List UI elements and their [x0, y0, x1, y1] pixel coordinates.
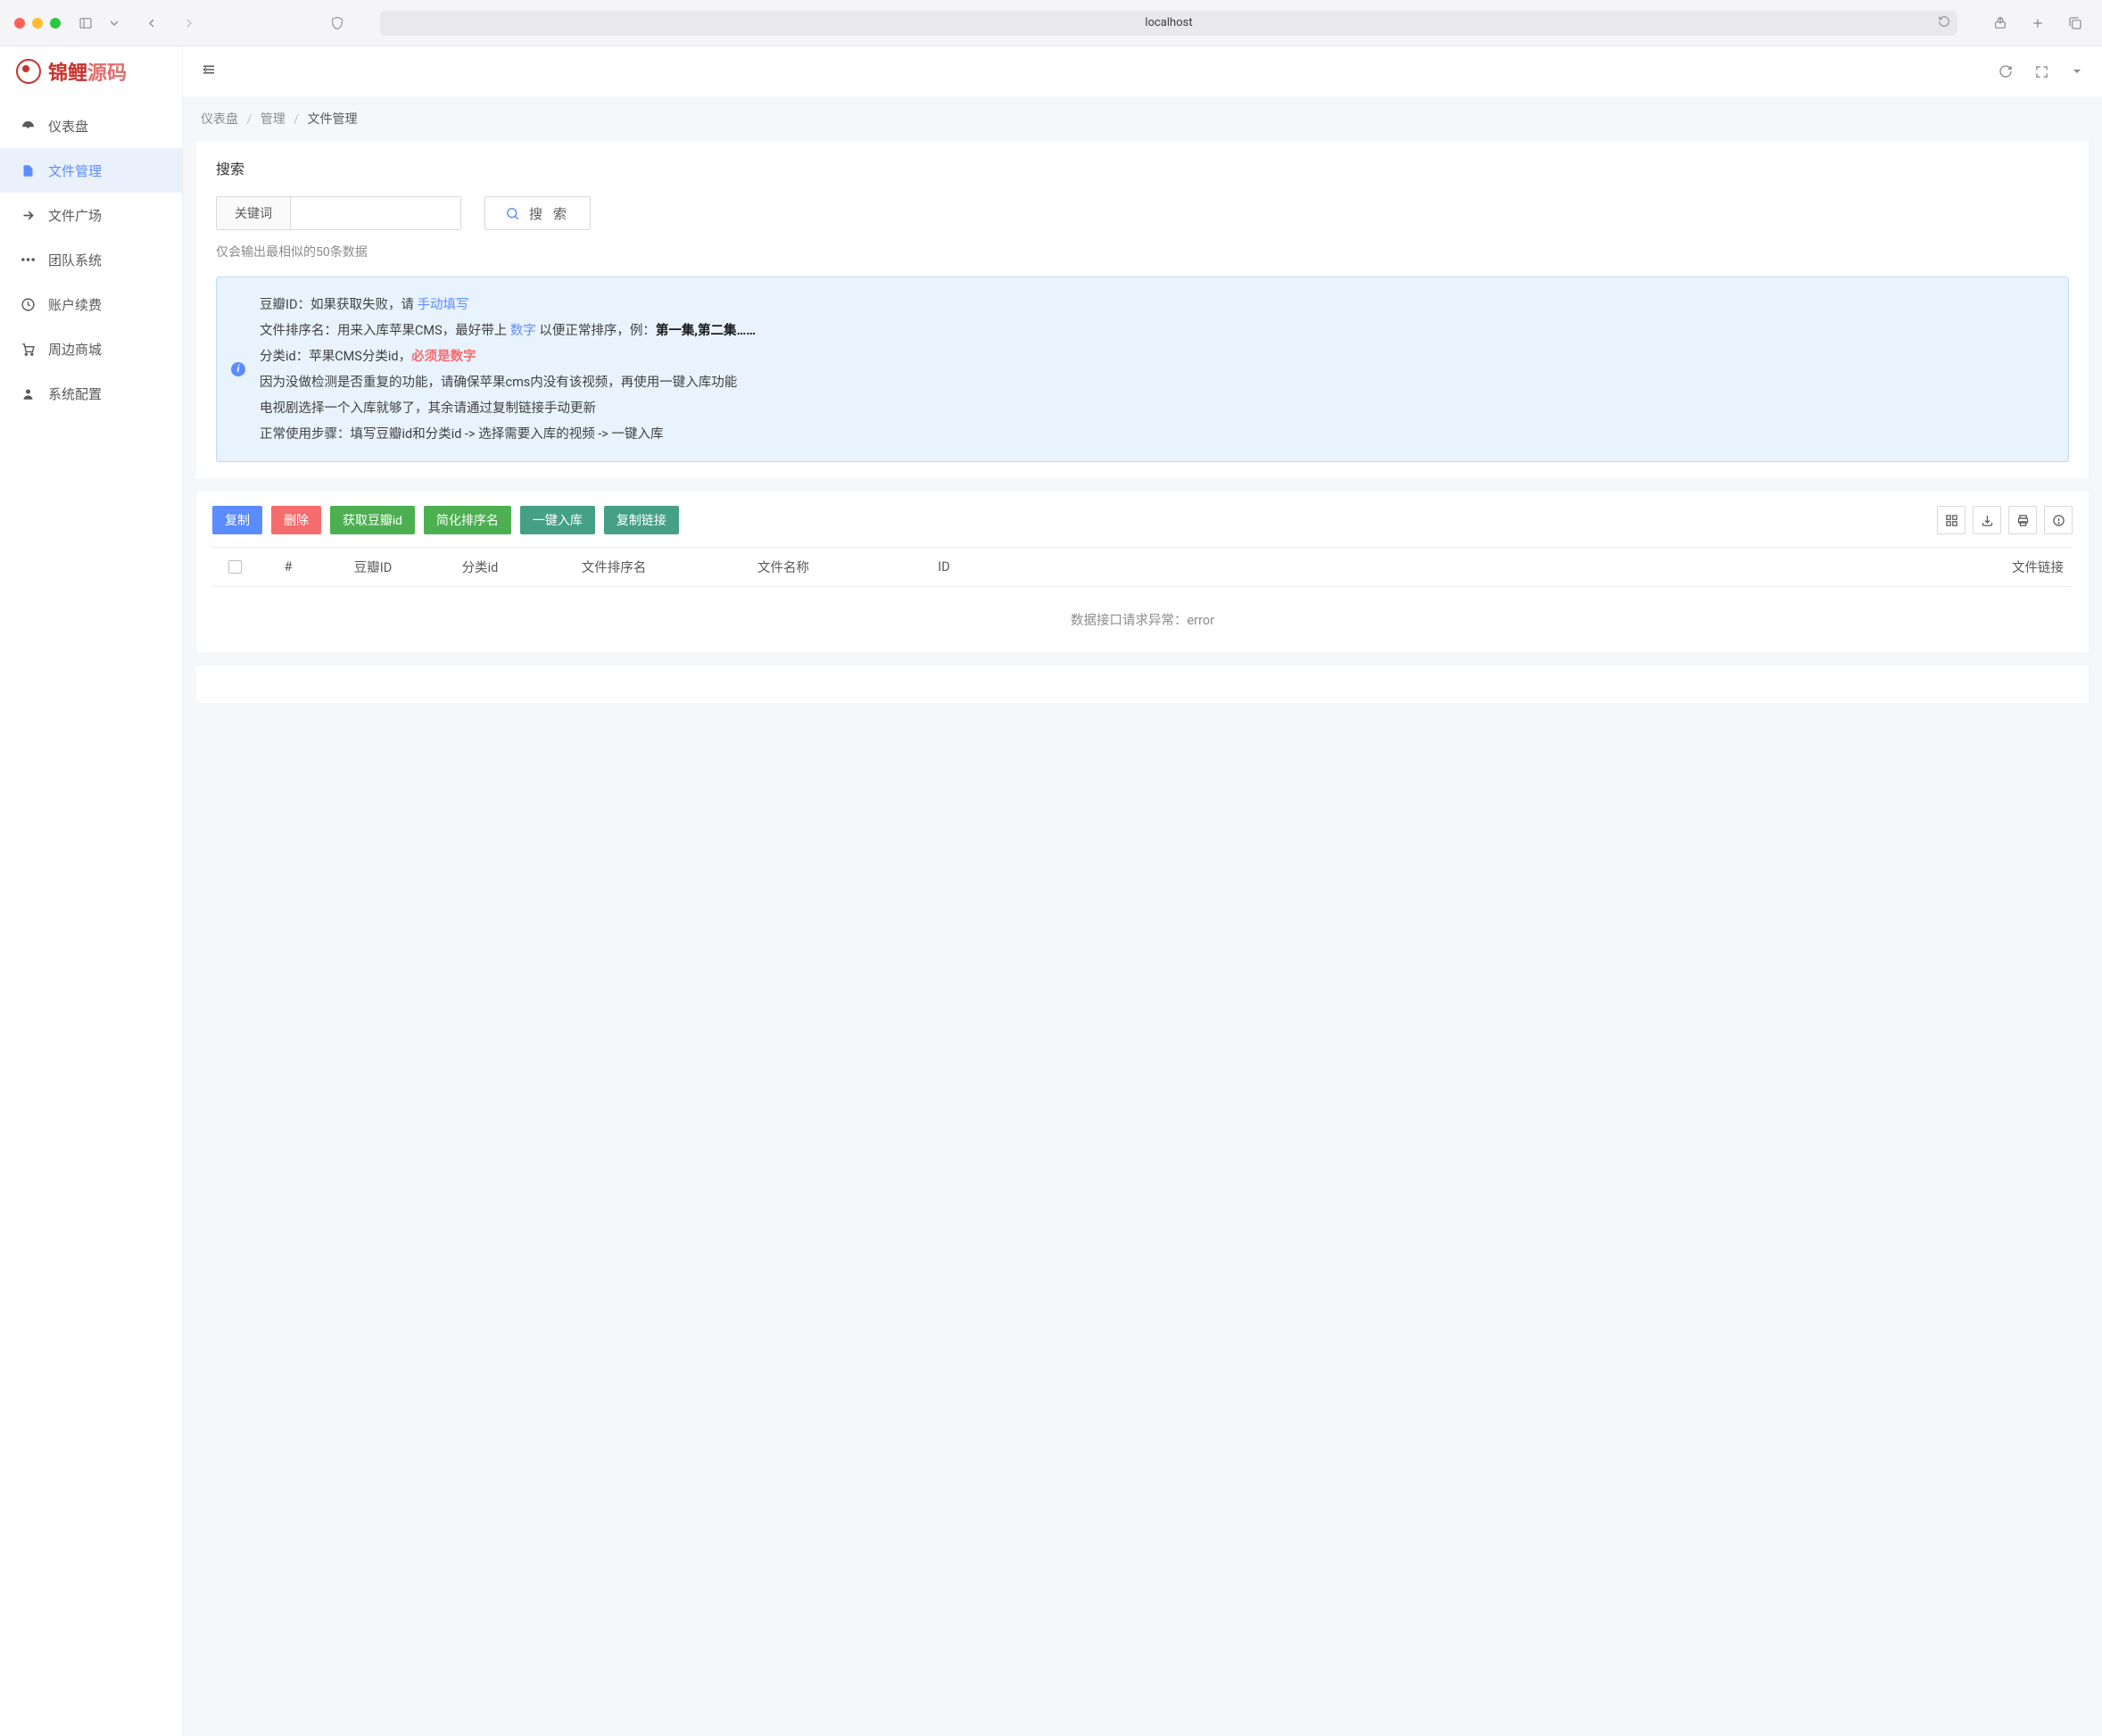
sidebar-item-label: 团队系统 [48, 251, 102, 269]
refresh-button[interactable] [1999, 64, 2013, 79]
breadcrumb-current: 文件管理 [308, 112, 358, 127]
new-tab-button[interactable] [2025, 11, 2050, 36]
columns-button[interactable] [1937, 506, 1965, 534]
sidebar-item-dashboard[interactable]: 仪表盘 [0, 103, 182, 148]
sidebar-toggle-button[interactable] [73, 11, 98, 36]
breadcrumb: 仪表盘 / 管理 / 文件管理 [183, 96, 2102, 141]
reload-icon[interactable] [1938, 15, 1950, 31]
back-button[interactable] [139, 11, 164, 36]
table-error-message: 数据接口请求异常：error [212, 587, 2073, 652]
sidebar-item-label: 账户续费 [48, 295, 102, 314]
data-table: # 豆瓣ID 分类id 文件排序名 文件名称 ID 文件链接 数据接口请求异常：… [212, 547, 2073, 652]
user-icon [20, 385, 36, 401]
col-file-link: 文件链接 [1015, 558, 2073, 576]
browser-chrome: localhost [0, 0, 2102, 46]
col-id: ID [873, 559, 1015, 575]
sidebar-item-file-square[interactable]: 文件广场 [0, 193, 182, 237]
input-addon-label: 关键词 [217, 197, 291, 229]
print-button[interactable] [2008, 506, 2037, 534]
forward-button[interactable] [177, 11, 202, 36]
share-arrow-icon [20, 207, 36, 223]
dots-icon [20, 252, 36, 268]
panel-title: 搜索 [216, 157, 2069, 178]
keyword-input[interactable] [291, 197, 460, 229]
keyword-input-group: 关键词 [216, 196, 461, 230]
sidebar-item-team[interactable]: 团队系统 [0, 237, 182, 282]
footer-panel [196, 665, 2089, 703]
info-line-4: 因为没做检测是否重复的功能，请确保苹果cms内没有该视频，再使用一键入库功能 [260, 369, 2050, 395]
sidebar-item-renew[interactable]: 账户续费 [0, 282, 182, 327]
col-douban-id: 豆瓣ID [319, 558, 426, 576]
logo[interactable]: 锦鲤源码 [0, 46, 182, 96]
close-window-button[interactable] [14, 18, 25, 29]
search-hint: 仅会输出最相似的50条数据 [216, 243, 2069, 260]
col-file-name: 文件名称 [694, 558, 873, 576]
dashboard-icon [20, 118, 36, 134]
one-click-import-button[interactable]: 一键入库 [520, 506, 595, 534]
info-line-5: 电视剧选择一个入库就够了，其余请通过复制链接手动更新 [260, 395, 2050, 421]
info-box: i 豆瓣ID：如果获取失败，请 手动填写 文件排序名：用来入库苹果CMS，最好带… [216, 277, 2069, 462]
logo-icon [16, 59, 41, 84]
manual-fill-link[interactable]: 手动填写 [418, 297, 469, 312]
sidebar-item-file-manage[interactable]: 文件管理 [0, 148, 182, 193]
col-index: # [257, 559, 319, 575]
info-line-6: 正常使用步骤：填写豆瓣id和分类id -> 选择需要入库的视频 -> 一键入库 [260, 421, 2050, 447]
sidebar-item-label: 周边商城 [48, 340, 102, 359]
number-link[interactable]: 数字 [510, 323, 536, 338]
sidebar-item-shop[interactable]: 周边商城 [0, 327, 182, 371]
cart-icon [20, 341, 36, 357]
info-line-3: 分类id：苹果CMS分类id，必须是数字 [260, 343, 2050, 369]
share-icon[interactable] [1988, 11, 2013, 36]
shield-icon[interactable] [325, 11, 350, 36]
clock-icon [20, 296, 36, 312]
fullscreen-button[interactable] [2034, 64, 2048, 79]
col-category-id: 分类id [426, 558, 534, 576]
sidebar-item-label: 仪表盘 [48, 117, 88, 136]
col-sort-name: 文件排序名 [534, 558, 694, 576]
file-icon [20, 162, 36, 178]
chevron-down-icon[interactable] [102, 11, 127, 36]
window-controls [14, 18, 61, 29]
breadcrumb-dashboard[interactable]: 仪表盘 [201, 112, 238, 127]
sidebar-item-label: 系统配置 [48, 384, 102, 403]
minimize-window-button[interactable] [32, 18, 43, 29]
url-bar[interactable]: localhost [380, 11, 1957, 36]
collapse-menu-button[interactable] [201, 62, 217, 81]
table-panel: 复制 删除 获取豆瓣id 简化排序名 一键入库 复制链接 [196, 492, 2089, 652]
topbar [183, 46, 2102, 96]
simplify-sort-button[interactable]: 简化排序名 [424, 506, 511, 534]
maximize-window-button[interactable] [50, 18, 61, 29]
table-header: # 豆瓣ID 分类id 文件排序名 文件名称 ID 文件链接 [212, 548, 2073, 587]
info-line-2: 文件排序名：用来入库苹果CMS，最好带上 数字 以便正常排序，例：第一集,第二集… [260, 318, 2050, 343]
breadcrumb-manage[interactable]: 管理 [261, 112, 286, 127]
search-icon [505, 206, 520, 221]
logo-text: 锦鲤源码 [48, 57, 127, 86]
sidebar: 锦鲤源码 仪表盘 文件管理 文件广场 团队系统 账户续费 [0, 46, 183, 1736]
export-button[interactable] [1973, 506, 2001, 534]
search-button[interactable]: 搜 索 [484, 196, 591, 230]
help-button[interactable] [2044, 506, 2073, 534]
search-panel: 搜索 关键词 搜 索 仅会输出最相似的50条数据 i 豆瓣ID：如果获取失败，请… [196, 141, 2089, 478]
get-douban-button[interactable]: 获取豆瓣id [330, 506, 415, 534]
copy-link-button[interactable]: 复制链接 [604, 506, 679, 534]
url-text: localhost [1145, 16, 1192, 29]
user-menu-dropdown[interactable] [2070, 64, 2084, 79]
tabs-overview-button[interactable] [2063, 11, 2088, 36]
copy-button[interactable]: 复制 [212, 506, 262, 534]
sidebar-item-label: 文件管理 [48, 161, 102, 180]
select-all-checkbox[interactable] [228, 560, 242, 574]
info-icon: i [231, 362, 245, 376]
info-line-1: 豆瓣ID：如果获取失败，请 手动填写 [260, 292, 2050, 318]
delete-button[interactable]: 删除 [271, 506, 321, 534]
search-button-label: 搜 索 [529, 204, 570, 223]
sidebar-item-system[interactable]: 系统配置 [0, 371, 182, 416]
sidebar-item-label: 文件广场 [48, 206, 102, 225]
